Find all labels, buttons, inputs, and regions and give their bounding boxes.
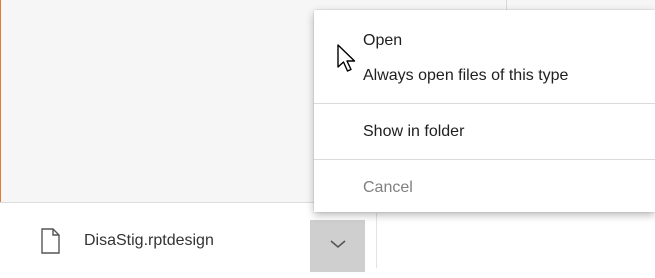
download-menu-button[interactable]	[310, 220, 365, 272]
mouse-pointer-icon	[336, 43, 362, 75]
download-shelf: DisaStig.rptdesign	[0, 202, 655, 278]
download-item[interactable]: DisaStig.rptdesign	[0, 203, 376, 278]
download-context-menu: Open Always open files of this type Show…	[314, 10, 655, 212]
menu-item-cancel: Cancel	[363, 179, 413, 196]
download-file-name: DisaStig.rptdesign	[84, 232, 214, 249]
menu-item-always-open[interactable]: Always open files of this type	[314, 59, 655, 93]
download-item-divider	[376, 213, 377, 268]
chevron-down-icon	[330, 240, 346, 249]
menu-item-show-in-folder[interactable]: Show in folder	[314, 115, 655, 149]
menu-item-open[interactable]: Open	[314, 24, 655, 58]
menu-separator	[314, 103, 655, 104]
document-icon	[38, 227, 62, 255]
menu-separator	[314, 159, 655, 160]
